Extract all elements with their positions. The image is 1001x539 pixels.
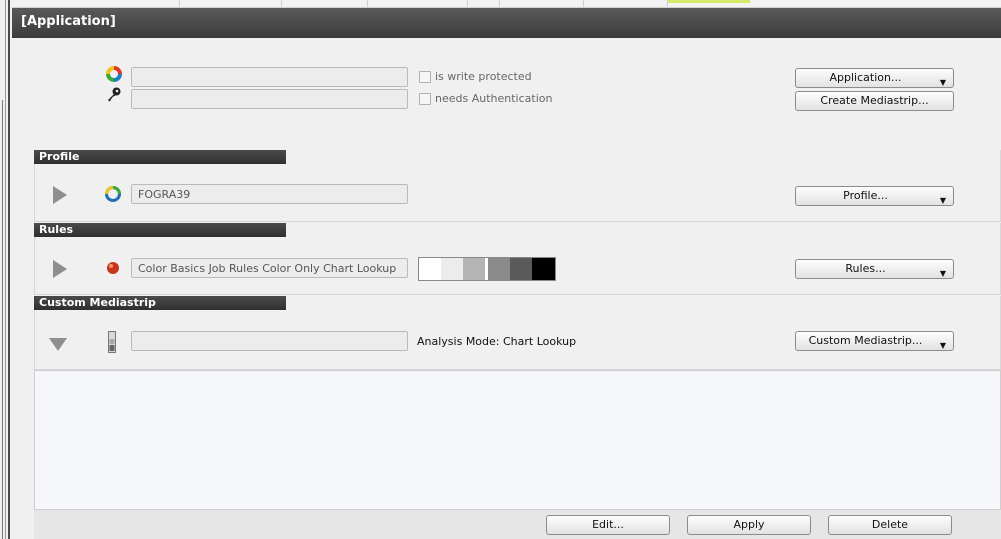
edit-button[interactable]: Edit...: [546, 515, 670, 535]
apply-button[interactable]: Apply: [687, 515, 811, 535]
rules-button-label: Rules...: [845, 262, 886, 275]
rules-section-header: Rules: [34, 223, 286, 237]
chevron-down-icon: ▼: [939, 78, 946, 87]
needs-authentication-label: needs Authentication: [435, 92, 553, 105]
page-title: [Application]: [12, 8, 1001, 38]
swatch: [419, 258, 441, 280]
swatch: [510, 258, 532, 280]
mediastrip-preview-area: [34, 370, 1001, 510]
profile-button[interactable]: Profile... ▼: [795, 186, 954, 206]
custom-mediastrip-collapse-arrow-icon[interactable]: [49, 338, 67, 351]
needs-authentication-checkbox[interactable]: [419, 92, 431, 105]
application-name-field[interactable]: [131, 67, 408, 87]
rules-icon: [106, 261, 120, 275]
rules-button[interactable]: Rules... ▼: [795, 259, 954, 279]
key-icon: [106, 86, 122, 102]
swatch: [463, 258, 485, 280]
top-tab-strip: [12, 0, 1001, 8]
application-icon: [104, 64, 124, 84]
write-protected-option[interactable]: is write protected: [419, 70, 532, 83]
mediastrip-icon: [108, 331, 116, 353]
write-protected-label: is write protected: [435, 70, 532, 83]
application-button[interactable]: Application... ▼: [795, 68, 954, 88]
custom-mediastrip-field[interactable]: [131, 331, 408, 351]
custom-mediastrip-section-header: Custom Mediastrip: [34, 296, 286, 310]
delete-button[interactable]: Delete: [828, 515, 952, 535]
create-mediastrip-button[interactable]: Create Mediastrip...: [795, 91, 954, 111]
custom-mediastrip-button[interactable]: Custom Mediastrip... ▼: [795, 331, 954, 351]
needs-authentication-option[interactable]: needs Authentication: [419, 92, 552, 105]
swatch: [532, 258, 555, 280]
analysis-mode-label: Analysis Mode: Chart Lookup: [417, 335, 577, 348]
chevron-down-icon: ▼: [939, 196, 946, 205]
swatch: [441, 258, 463, 280]
left-window-edge: [0, 0, 12, 539]
application-button-label: Application...: [829, 71, 902, 84]
swatch: [488, 258, 510, 280]
profile-section-header: Profile: [34, 150, 286, 164]
write-protected-checkbox[interactable]: [419, 70, 431, 83]
profile-button-label: Profile...: [843, 189, 888, 202]
profile-expand-arrow-icon[interactable]: [53, 186, 67, 204]
rules-expand-arrow-icon[interactable]: [53, 260, 67, 278]
authentication-field[interactable]: [131, 89, 408, 109]
chevron-down-icon: ▼: [939, 341, 946, 350]
profile-field[interactable]: FOGRA39: [131, 184, 408, 204]
chevron-down-icon: ▼: [939, 269, 946, 278]
profile-icon: [104, 185, 122, 203]
grayscale-swatch-strip: [418, 257, 556, 281]
custom-mediastrip-button-label: Custom Mediastrip...: [808, 334, 923, 347]
rules-field[interactable]: Color Basics Job Rules Color Only Chart …: [131, 258, 408, 278]
